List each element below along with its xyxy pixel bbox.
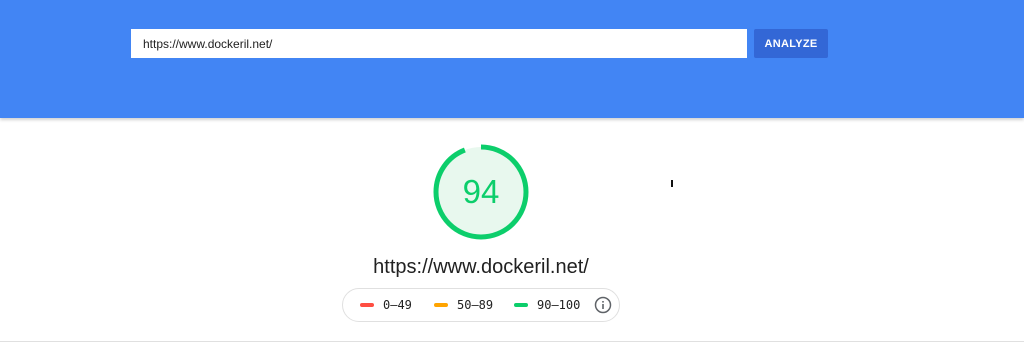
score-legend: 0–49 50–89 90–100 (342, 288, 620, 322)
bottom-divider (0, 341, 1024, 342)
legend-label-average: 50–89 (457, 298, 494, 312)
header-bar: ANALYZE (0, 0, 1024, 118)
legend-item-fail: 0–49 (360, 289, 412, 321)
analyze-button[interactable]: ANALYZE (754, 29, 828, 58)
legend-swatch-average (434, 303, 448, 307)
text-cursor-mark (671, 180, 673, 187)
score-gauge: 94 (432, 143, 530, 241)
legend-item-pass: 90–100 (514, 289, 580, 321)
tested-url: https://www.dockeril.net/ (373, 256, 589, 278)
legend-swatch-fail (360, 303, 374, 307)
legend-item-average: 50–89 (434, 289, 493, 321)
legend-swatch-pass (514, 303, 528, 307)
legend-label-fail: 0–49 (383, 298, 412, 312)
score-value: 94 (462, 173, 500, 210)
url-input[interactable] (131, 29, 747, 58)
info-icon[interactable] (594, 296, 612, 314)
legend-label-pass: 90–100 (537, 298, 581, 312)
